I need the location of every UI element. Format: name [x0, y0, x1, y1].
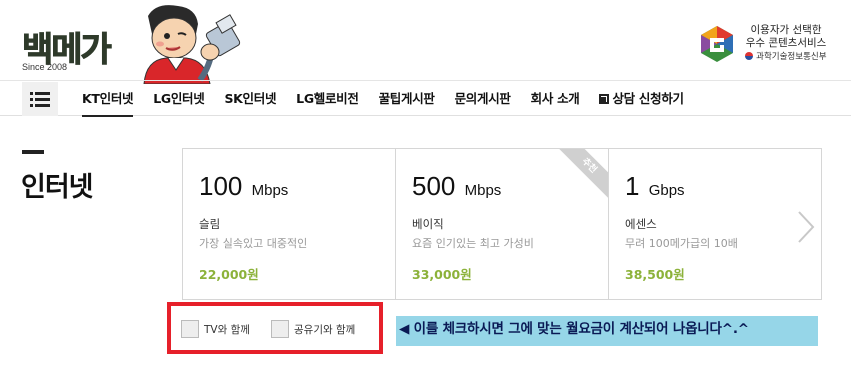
plan-list: 100 Mbps 슬림 가장 실속있고 대중적인 22,000원 추천 500 …: [182, 148, 822, 300]
nav-label: 회사 소개: [530, 91, 580, 106]
badge-line1: 이용자가 선택한: [750, 24, 822, 36]
plan-speed-unit: Gbps: [648, 182, 685, 199]
plan-speed: 1 Gbps: [625, 171, 821, 202]
plan-name: 에센스: [625, 217, 657, 231]
plan-speed-value: 100: [199, 171, 243, 201]
plan-desc: 무려 100메가급의 10배: [625, 237, 738, 250]
plan-card-slim[interactable]: 100 Mbps 슬림 가장 실속있고 대중적인 22,000원: [183, 149, 396, 299]
router-checkbox[interactable]: [271, 320, 289, 338]
g-mark-icon: [701, 26, 733, 62]
nav-label: KT인터넷: [82, 91, 134, 106]
option-highlight-box: TV와 함께 공유기와 함께: [167, 302, 383, 354]
nav-label: 꿀팁게시판: [378, 91, 435, 106]
nav-label: 상담 신청하기: [612, 91, 684, 106]
tv-option-label: TV와 함께: [204, 323, 250, 336]
plan-desc: 요즘 인기있는 최고 가성비: [412, 237, 534, 250]
plan-card-essence[interactable]: 1 Gbps 에센스 무려 100메가급의 10배 38,500원: [609, 149, 821, 299]
nav-item-inquiry-board[interactable]: 문의게시판: [455, 81, 511, 116]
plan-price: 38,500원: [625, 267, 685, 282]
nav-label: LG인터넷: [153, 91, 205, 106]
nav-item-kt-internet[interactable]: KT인터넷: [82, 81, 134, 117]
notice-banner: ◀ 이를 체크하시면 그에 맞는 월요금이 계산되어 나옵니다^.^: [396, 316, 818, 346]
section-title: 인터넷: [21, 172, 94, 203]
excellent-content-badge: 이용자가 선택한 우수 콘텐츠서비스 과학기술정보통신부: [697, 24, 827, 68]
plan-speed-value: 1: [625, 171, 640, 201]
nav-label: 문의게시판: [454, 91, 511, 106]
tv-option[interactable]: TV와 함께: [181, 320, 250, 338]
nav-label: SK인터넷: [224, 91, 277, 106]
plan-card-basic[interactable]: 추천 500 Mbps 베이직 요즘 인기있는 최고 가성비 33,000원: [396, 149, 609, 299]
badge-line3-text: 과학기술정보통신부: [756, 52, 827, 62]
nav-item-sk-internet[interactable]: SK인터넷: [224, 81, 276, 116]
hamburger-icon: [30, 92, 50, 107]
nav-item-lg-internet[interactable]: LG인터넷: [153, 81, 205, 116]
menu-button[interactable]: [22, 82, 58, 116]
plan-desc: 가장 실속있고 대중적인: [199, 237, 308, 250]
plan-speed-unit: Mbps: [464, 182, 502, 199]
plan-speed: 100 Mbps: [199, 171, 395, 202]
badge-line2: 우수 콘텐츠서비스: [745, 37, 827, 49]
section-title-bar: [22, 150, 44, 154]
main-nav: KT인터넷 LG인터넷 SK인터넷 LG헬로비전 꿀팁게시판 문의게시판 회사 …: [0, 80, 851, 117]
plan-speed: 500 Mbps: [412, 171, 608, 202]
edit-icon: [599, 94, 610, 104]
nav-item-tips-board[interactable]: 꿀팁게시판: [379, 81, 435, 116]
plan-name: 슬림: [199, 217, 221, 231]
router-option[interactable]: 공유기와 함께: [271, 320, 355, 338]
nav-item-company-intro[interactable]: 회사 소개: [531, 81, 580, 116]
plan-name: 베이직: [412, 217, 444, 231]
plan-speed-unit: Mbps: [251, 182, 289, 199]
mascot-illustration: [143, 5, 241, 84]
nav-item-consultation[interactable]: 상담 신청하기: [599, 81, 684, 116]
nav-items: KT인터넷 LG인터넷 SK인터넷 LG헬로비전 꿀팁게시판 문의게시판 회사 …: [82, 81, 704, 117]
nav-label: LG헬로비전: [296, 91, 359, 106]
plan-price: 33,000원: [412, 267, 472, 282]
router-option-label: 공유기와 함께: [294, 323, 356, 336]
site-logo[interactable]: 백메가 Since 2008: [22, 4, 252, 84]
logo-since: Since 2008: [22, 62, 68, 72]
nav-item-lg-hellovision[interactable]: LG헬로비전: [296, 81, 359, 116]
government-emblem-icon: [745, 52, 754, 60]
chevron-right-icon[interactable]: [796, 210, 816, 244]
tv-checkbox[interactable]: [181, 320, 199, 338]
plan-price: 22,000원: [199, 267, 259, 282]
badge-line3: 과학기술정보통신부: [741, 50, 831, 64]
plan-speed-value: 500: [412, 171, 456, 201]
